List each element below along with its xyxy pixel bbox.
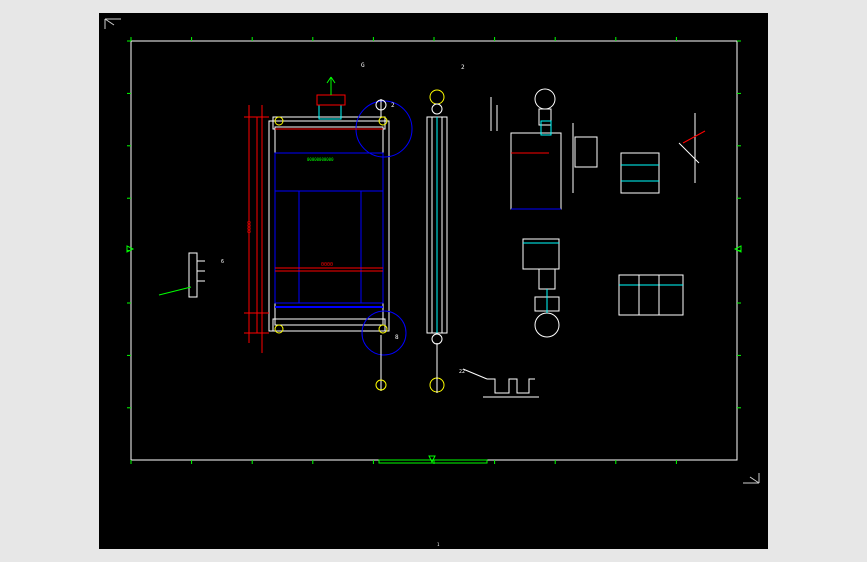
number-21-label: 2 [461, 64, 465, 71]
channel-section-detail [462, 368, 539, 398]
side-elevation-view [426, 89, 448, 393]
ucs-arrow-icon [104, 18, 121, 29]
dim-total-label: 0000 [321, 262, 333, 268]
cad-viewport[interactable]: 0000 0000 00000000000 G 2 8 2 22 6 1 [99, 13, 768, 549]
bracket-detail [158, 252, 205, 298]
number-22-label: 22 [459, 369, 465, 375]
frame-zone-ticks [127, 37, 741, 464]
number-2-label: 2 [391, 102, 395, 109]
number-6-label: 6 [221, 259, 224, 265]
dim-height-label: 0000 [247, 221, 253, 233]
front-elevation-view [268, 76, 413, 391]
roller-assembly-top-detail [490, 88, 598, 210]
number-8-label: 8 [395, 334, 399, 341]
center-text: 00000000000 [307, 157, 334, 162]
connector-detail-right [620, 113, 706, 194]
section-mark: G [361, 62, 365, 69]
roller-assembly-bottom-detail [522, 238, 560, 338]
scale-bar [378, 459, 488, 464]
section-view-lower-right [618, 274, 684, 316]
bottom-mark: 1 [437, 542, 440, 547]
cad-drawing-canvas[interactable]: 0000 0000 00000000000 G 2 8 2 22 6 1 [99, 13, 768, 549]
ucs-arrow-icon [743, 473, 760, 484]
dimension-lines [244, 105, 383, 353]
